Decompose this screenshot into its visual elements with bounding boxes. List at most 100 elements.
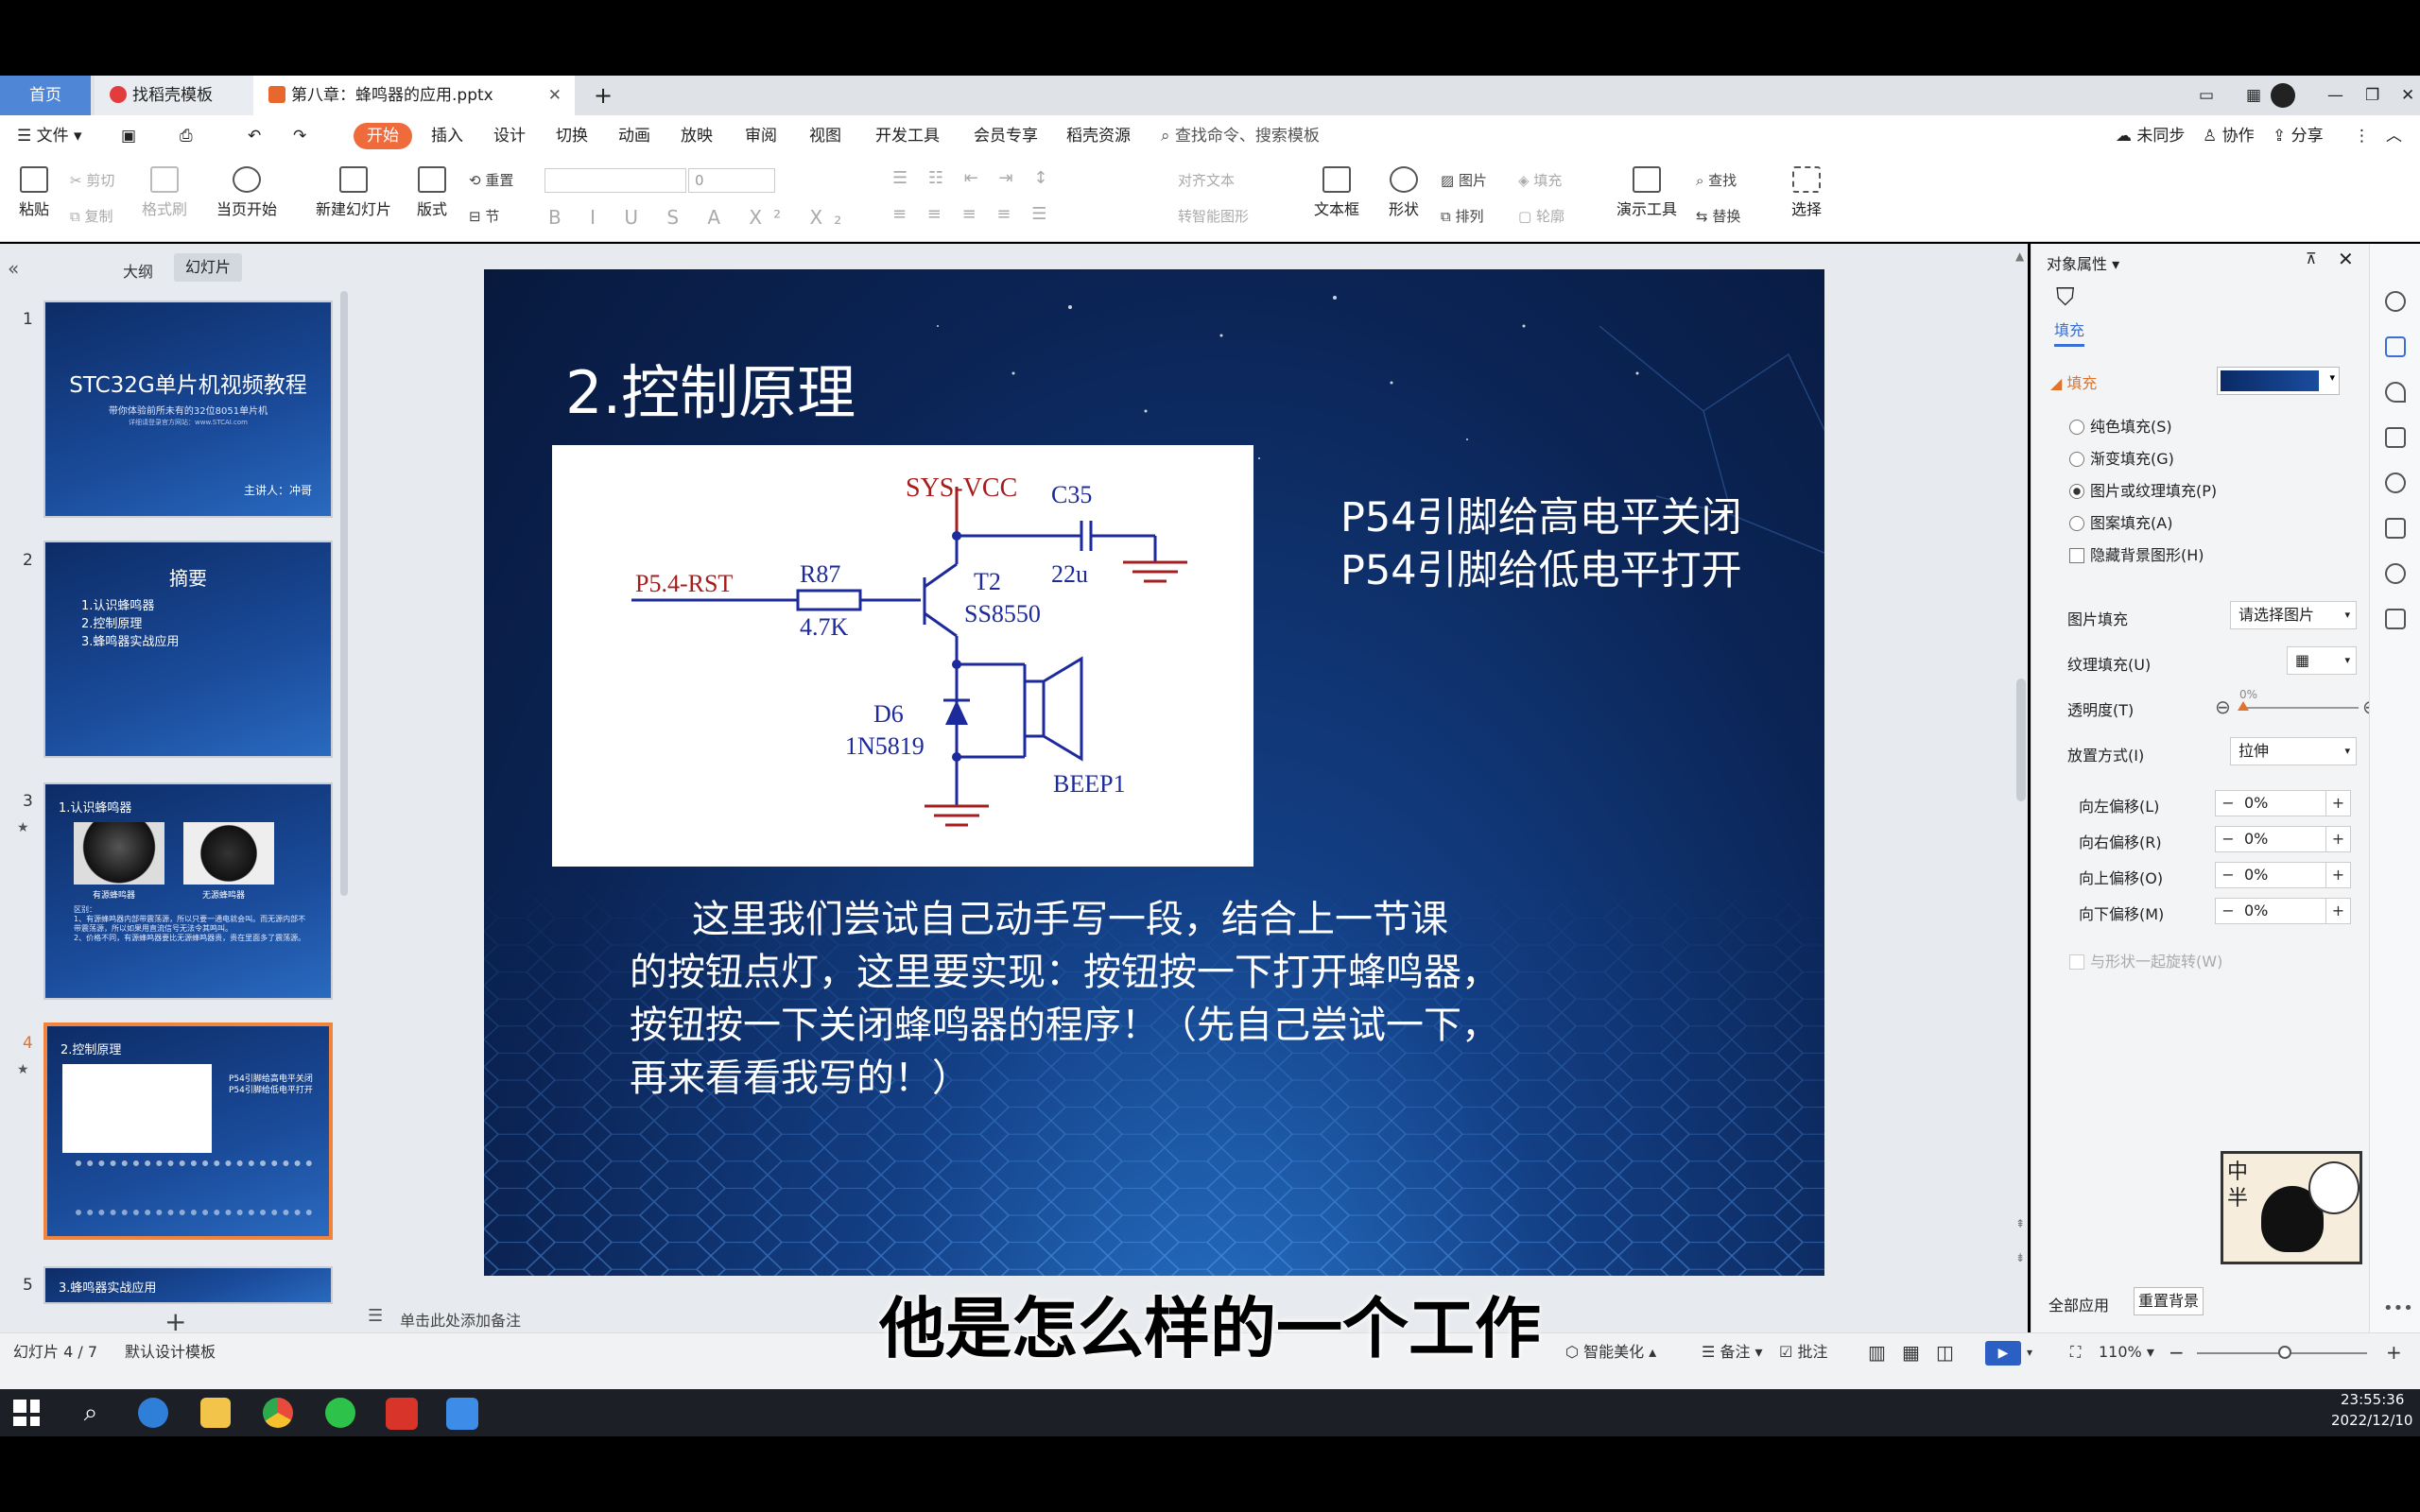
slide-thumbnail-3[interactable]: 1.认识蜂鸣器 有源蜂鸣器 无源蜂鸣器 区别： 1、有源蜂鸣器内部带震荡源，所以… bbox=[43, 782, 333, 1000]
collapse-ribbon-icon[interactable]: ︿ bbox=[2386, 115, 2402, 157]
placement-select[interactable]: 拉伸 ▾ bbox=[2230, 737, 2357, 765]
pin-icon[interactable] bbox=[2385, 382, 2406, 403]
outline-button[interactable]: ▢ 轮廓 bbox=[1518, 206, 1564, 226]
collab-button[interactable]: ♙ 协作 bbox=[2203, 115, 2255, 157]
fill-button[interactable]: ◈ 填充 bbox=[1518, 170, 1562, 190]
offset-up-stepper[interactable]: −0% + bbox=[2215, 862, 2351, 888]
help-icon[interactable] bbox=[2385, 472, 2406, 493]
chrome-icon[interactable] bbox=[263, 1398, 293, 1428]
align-text-button[interactable]: 对齐文本 bbox=[1178, 170, 1235, 190]
properties-icon[interactable] bbox=[2385, 336, 2406, 357]
font-name-input[interactable] bbox=[544, 168, 686, 193]
restore-icon[interactable]: ❐ bbox=[2350, 76, 2379, 115]
minus-icon[interactable]: − bbox=[2216, 827, 2240, 851]
edge-browser-icon[interactable] bbox=[138, 1398, 168, 1428]
slide-right-text-1[interactable]: P54引脚给高电平关闭 bbox=[1340, 485, 1742, 543]
shape-button[interactable]: 形状 bbox=[1380, 166, 1427, 219]
pin-icon[interactable]: ⊼ bbox=[2306, 249, 2317, 267]
fill-section-header[interactable]: ◢ 填充 bbox=[2050, 370, 2097, 393]
texture-fill-select[interactable]: ▦ ▾ bbox=[2287, 646, 2357, 675]
menu-file[interactable]: ☰ 文件 ▾ bbox=[17, 115, 82, 157]
slide-thumbnail-2[interactable]: 摘要 1.认识蜂鸣器 2.控制原理 3.蜂鸣器实战应用 bbox=[43, 541, 333, 758]
windows-start-icon[interactable] bbox=[13, 1400, 40, 1426]
menu-insert[interactable]: 插入 bbox=[431, 115, 463, 157]
menu-start[interactable]: 开始 bbox=[354, 123, 412, 149]
tab-slides[interactable]: 幻灯片 bbox=[174, 253, 242, 282]
prev-slide-arrow[interactable]: ⇞ bbox=[2015, 1217, 2025, 1230]
offset-down-stepper[interactable]: −0% + bbox=[2215, 898, 2351, 924]
copy-button[interactable]: ⧉ 复制 bbox=[70, 206, 113, 226]
cut-button[interactable]: ✂ 剪切 bbox=[70, 170, 114, 190]
new-tab-button[interactable]: + bbox=[579, 76, 613, 115]
close-panel-icon[interactable]: ✕ bbox=[2338, 248, 2354, 270]
font-size-input[interactable]: 0 bbox=[688, 168, 775, 193]
offset-left-stepper[interactable]: −0% + bbox=[2215, 790, 2351, 816]
layers-icon[interactable] bbox=[2385, 427, 2406, 448]
search-icon[interactable]: ⌕ bbox=[76, 1398, 106, 1428]
rotate-with-shape-checkbox[interactable]: 与形状一起旋转(W) bbox=[2069, 949, 2222, 971]
textbox-button[interactable]: 文本框 bbox=[1308, 166, 1365, 219]
transparency-minus-icon[interactable]: ⊖ bbox=[2215, 696, 2231, 718]
close-tab-icon[interactable]: ✕ bbox=[548, 76, 562, 115]
list-controls[interactable]: ☰ ☷ ⇤ ⇥ ↕ bbox=[892, 168, 1055, 188]
image-icon[interactable] bbox=[2385, 518, 2406, 539]
close-window-icon[interactable]: ✕ bbox=[2386, 76, 2414, 115]
wps-icon[interactable] bbox=[386, 1398, 418, 1430]
radio-gradient-fill[interactable]: 渐变填充(G) bbox=[2069, 446, 2174, 469]
minus-icon[interactable]: − bbox=[2216, 791, 2240, 816]
slide-title[interactable]: 2.控制原理 bbox=[565, 345, 856, 430]
hide-bg-checkbox[interactable]: 隐藏背景图形(H) bbox=[2069, 542, 2204, 565]
menu-design[interactable]: 设计 bbox=[493, 115, 526, 157]
sync-button[interactable]: ☁ 未同步 bbox=[2116, 115, 2185, 157]
fill-color-swatch[interactable]: ▾ bbox=[2217, 367, 2340, 395]
minus-icon[interactable]: − bbox=[2216, 899, 2240, 923]
transparency-slider[interactable] bbox=[2241, 707, 2359, 709]
menu-animation[interactable]: 动画 bbox=[618, 115, 650, 157]
replace-button[interactable]: ⇆ 替换 bbox=[1696, 206, 1740, 226]
tab-template[interactable]: 找稻壳模板 bbox=[95, 76, 253, 115]
slide-body-text[interactable]: 这里我们尝试自己动手写一段，结合上一节课 的按钮点灯，这里要实现：按钮按一下打开… bbox=[630, 893, 1499, 1105]
radio-picture-fill[interactable]: 图片或纹理填充(P) bbox=[2069, 478, 2217, 501]
picture-fill-select[interactable]: 请选择图片 ▾ bbox=[2230, 601, 2357, 629]
present-tools-button[interactable]: 演示工具 bbox=[1607, 166, 1686, 219]
tab-outline[interactable]: 大纲 bbox=[123, 259, 153, 282]
menu-transition[interactable]: 切换 bbox=[556, 115, 588, 157]
slide-thumbnail-4[interactable]: 2.控制原理 P54引脚给高电平关闭 P54引脚给低电平打开 bbox=[43, 1022, 333, 1240]
editor-scrollbar[interactable] bbox=[2016, 679, 2026, 801]
scroll-up-arrow[interactable]: ▲ bbox=[2015, 249, 2024, 263]
command-search[interactable]: ⌕ 查找命令、搜索模板 bbox=[1161, 115, 1320, 157]
circuit-schematic[interactable]: SYS-VCC C35 22u P5.4-RST R87 4.7K T2 SS8… bbox=[552, 445, 1253, 867]
panel-header[interactable]: 对象属性 ▾ bbox=[2047, 251, 2119, 274]
picture-button[interactable]: ▨ 图片 bbox=[1441, 170, 1487, 190]
tab-home[interactable]: 首页 bbox=[0, 76, 91, 115]
from-current-button[interactable]: 当页开始 bbox=[208, 166, 285, 219]
tab-fill[interactable]: 填充 bbox=[2054, 318, 2085, 347]
collapse-panel-icon[interactable]: « bbox=[8, 257, 19, 280]
menu-member[interactable]: 会员专享 bbox=[974, 115, 1038, 157]
wechat-icon[interactable] bbox=[325, 1398, 355, 1428]
compass-icon[interactable] bbox=[2385, 563, 2406, 584]
undo-icon[interactable]: ↶ bbox=[248, 115, 261, 157]
minus-icon[interactable]: − bbox=[2216, 863, 2240, 887]
radio-solid-fill[interactable]: 纯色填充(S) bbox=[2069, 414, 2172, 437]
apps-grid-icon[interactable]: ▦ bbox=[2231, 76, 2261, 115]
menu-review[interactable]: 审阅 bbox=[745, 115, 777, 157]
redo-icon[interactable]: ↷ bbox=[293, 115, 306, 157]
menu-view[interactable]: 视图 bbox=[809, 115, 841, 157]
transparency-slider-thumb[interactable] bbox=[2238, 701, 2249, 711]
plus-icon[interactable]: + bbox=[2325, 791, 2350, 816]
plus-icon[interactable]: + bbox=[2325, 827, 2350, 851]
slide-right-text-2[interactable]: P54引脚给低电平打开 bbox=[1340, 538, 1742, 596]
plus-icon[interactable]: + bbox=[2325, 863, 2350, 887]
file-explorer-icon[interactable] bbox=[200, 1398, 231, 1428]
app-icon[interactable] bbox=[446, 1398, 478, 1430]
save-icon[interactable]: ▣ bbox=[121, 115, 136, 157]
menu-devtools[interactable]: 开发工具 bbox=[875, 115, 940, 157]
tab-document[interactable]: 第八章：蜂鸣器的应用.pptx ✕ bbox=[253, 76, 575, 115]
section-button[interactable]: ⊟ 节 bbox=[469, 206, 499, 226]
layout-icon[interactable]: ▭ bbox=[2184, 76, 2214, 115]
smartart-button[interactable]: 转智能图形 bbox=[1178, 206, 1249, 226]
slide-thumbnail-1[interactable]: STC32G单片机视频教程 带你体验前所未有的32位8051单片机 详细请登录官… bbox=[43, 301, 333, 518]
menu-docer[interactable]: 稻壳资源 bbox=[1066, 115, 1131, 157]
minimize-icon[interactable]: — bbox=[2312, 76, 2343, 115]
